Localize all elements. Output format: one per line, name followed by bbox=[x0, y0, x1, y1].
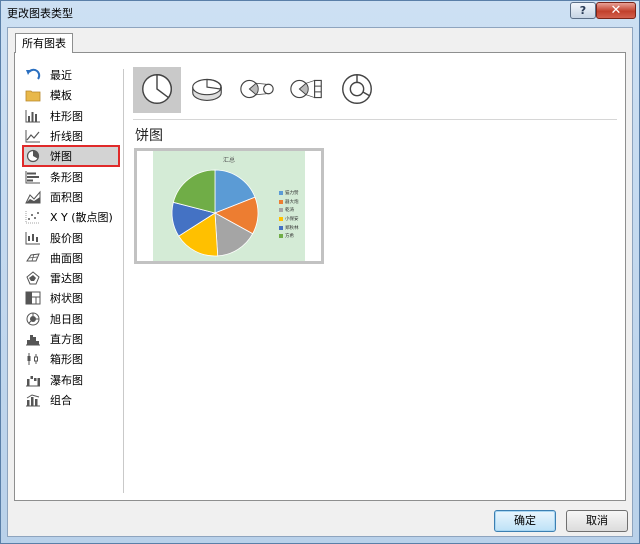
bar-of-pie-icon bbox=[288, 70, 326, 111]
subtype-3d-pie[interactable] bbox=[183, 67, 231, 113]
chart-category-list: 最近模板柱形图折线图饼图条形图面积图 X Y (散点图) 股价图曲面图雷达图树状图旭… bbox=[22, 65, 120, 410]
subtype-bar-of-pie[interactable] bbox=[283, 67, 331, 113]
ok-button[interactable]: 确定 bbox=[494, 510, 556, 532]
legend-entry: 猫力赞 bbox=[279, 189, 299, 198]
legend-label: 方希 bbox=[285, 234, 294, 240]
sidebar-item-histogram-chart[interactable]: 直方图 bbox=[23, 329, 119, 349]
sidebar-item-label: 股价图 bbox=[50, 231, 83, 245]
sidebar-item-pie-chart[interactable]: 饼图 bbox=[22, 145, 120, 168]
subtype-pie-of-pie[interactable] bbox=[233, 67, 281, 113]
legend-label: 小保安 bbox=[285, 217, 299, 223]
sidebar-item-label: 树状图 bbox=[50, 292, 83, 306]
sidebar-item-label: 最近 bbox=[50, 69, 72, 83]
pie-chart-icon bbox=[25, 149, 41, 163]
legend-swatch bbox=[279, 234, 283, 239]
legend-entry: 郑秋林 bbox=[279, 223, 299, 232]
sidebar-item-label: 饼图 bbox=[50, 150, 72, 164]
recent-arrow-icon bbox=[25, 68, 41, 82]
sidebar-item-label: 模板 bbox=[50, 89, 72, 103]
sidebar-item-surface-chart[interactable]: 曲面图 bbox=[23, 248, 119, 268]
legend-swatch bbox=[279, 199, 283, 204]
legend-label: 器大炮 bbox=[285, 199, 299, 205]
sidebar-item-scatter-chart[interactable]: X Y (散点图) bbox=[23, 207, 119, 227]
column-chart-icon bbox=[25, 109, 41, 123]
subtype-title: 饼图 bbox=[135, 128, 163, 144]
sidebar-item-label: 面积图 bbox=[50, 190, 83, 204]
sidebar-item-label: 旭日图 bbox=[50, 312, 83, 326]
chart-preview[interactable]: 汇总 猫力赞 器大炮 乾涛 小保安 郑秋林 方希 bbox=[134, 148, 324, 264]
legend-label: 郑秋林 bbox=[285, 225, 299, 231]
sidebar-item-label: 曲面图 bbox=[50, 251, 83, 265]
sidebar-item-area-chart[interactable]: 面积图 bbox=[23, 187, 119, 207]
legend-label: 猫力赞 bbox=[285, 191, 299, 197]
sidebar-item-column-chart[interactable]: 柱形图 bbox=[23, 106, 119, 126]
change-chart-type-dialog: 更改图表类型 ? ✕ 所有图表 最近 模板 柱形图 折线图 饼图 条形图 面积图 X Y (散… bbox=[0, 0, 640, 544]
sidebar-item-recent-arrow[interactable]: 最近 bbox=[23, 65, 119, 85]
sidebar-item-label: 条形图 bbox=[50, 170, 83, 184]
chart-preview-area: 汇总 猫力赞 器大炮 乾涛 小保安 郑秋林 方希 bbox=[153, 151, 305, 261]
radar-chart-icon bbox=[25, 271, 41, 285]
subtype-divider bbox=[133, 119, 617, 120]
folder-icon bbox=[25, 88, 41, 102]
sidebar-item-sunburst-chart[interactable]: 旭日图 bbox=[23, 309, 119, 329]
pie-of-pie-icon bbox=[238, 70, 276, 111]
stock-chart-icon bbox=[25, 231, 41, 245]
sidebar-item-label: 瀑布图 bbox=[50, 373, 83, 387]
sidebar-item-label: 折线图 bbox=[50, 130, 83, 144]
sunburst-chart-icon bbox=[25, 312, 41, 326]
sidebar-item-folder[interactable]: 模板 bbox=[23, 85, 119, 105]
histogram-chart-icon bbox=[25, 332, 41, 346]
sidebar-item-combo-chart[interactable]: 组合 bbox=[23, 390, 119, 410]
tab-panel: 最近 模板 柱形图 折线图 饼图 条形图 面积图 X Y (散点图) 股价图 曲面图 雷达图 树状图旭… bbox=[14, 52, 626, 501]
sidebar-item-line-chart[interactable]: 折线图 bbox=[23, 126, 119, 146]
close-button[interactable]: ✕ bbox=[596, 2, 636, 19]
legend-swatch bbox=[279, 225, 283, 230]
waterfall-chart-icon bbox=[25, 373, 41, 387]
sidebar-item-label: X Y (散点图) bbox=[50, 211, 113, 225]
dialog-body: 所有图表 最近 模板 柱形图 折线图 饼图 条形图 面积图 X Y (散点图) 股价图 曲面图 雷达… bbox=[7, 27, 633, 537]
sidebar-item-label: 组合 bbox=[50, 393, 72, 407]
line-chart-icon bbox=[25, 129, 41, 143]
window-title: 更改图表类型 bbox=[7, 7, 73, 20]
legend-entry: 乾涛 bbox=[279, 206, 299, 215]
bar-chart-icon bbox=[25, 170, 41, 184]
sidebar-item-label: 柱形图 bbox=[50, 109, 83, 123]
legend-label: 乾涛 bbox=[285, 208, 294, 214]
subtype-pie[interactable] bbox=[133, 67, 181, 113]
chart-legend: 猫力赞器大炮乾涛小保安郑秋林方希 bbox=[279, 189, 299, 241]
tab-all-charts[interactable]: 所有图表 bbox=[15, 33, 73, 53]
legend-entry: 小保安 bbox=[279, 215, 299, 224]
sidebar-item-stock-chart[interactable]: 股价图 bbox=[23, 227, 119, 247]
sidebar-item-radar-chart[interactable]: 雷达图 bbox=[23, 268, 119, 288]
3d-pie-icon bbox=[188, 70, 226, 111]
sidebar-item-label: 直方图 bbox=[50, 333, 83, 346]
sidebar-item-treemap-chart[interactable]: 树状图 bbox=[23, 288, 119, 308]
pie-icon bbox=[138, 70, 176, 111]
area-chart-icon bbox=[25, 190, 41, 204]
sidebar-item-waterfall-chart[interactable]: 瀑布图 bbox=[23, 369, 119, 389]
treemap-chart-icon bbox=[25, 291, 41, 305]
help-button[interactable]: ? bbox=[570, 2, 596, 19]
cancel-button[interactable]: 取消 bbox=[566, 510, 628, 532]
sidebar-item-bar-chart[interactable]: 条形图 bbox=[23, 166, 119, 186]
surface-chart-icon bbox=[25, 251, 41, 265]
combo-chart-icon bbox=[25, 393, 41, 407]
legend-swatch bbox=[279, 191, 283, 196]
box-whisker-chart-icon bbox=[25, 352, 41, 366]
doughnut-icon bbox=[338, 70, 376, 111]
sidebar-divider bbox=[123, 69, 124, 493]
legend-swatch bbox=[279, 217, 283, 222]
legend-entry: 器大炮 bbox=[279, 198, 299, 207]
sidebar-item-box-whisker-chart[interactable]: 箱形图 bbox=[23, 349, 119, 369]
legend-swatch bbox=[279, 208, 283, 213]
title-bar: 更改图表类型 ? ✕ bbox=[1, 1, 639, 23]
sidebar-item-label: 雷达图 bbox=[50, 272, 83, 286]
sidebar-item-label: 箱形图 bbox=[50, 353, 83, 367]
legend-entry: 方希 bbox=[279, 232, 299, 241]
scatter-chart-icon bbox=[25, 210, 41, 224]
subtype-doughnut[interactable] bbox=[333, 67, 381, 113]
